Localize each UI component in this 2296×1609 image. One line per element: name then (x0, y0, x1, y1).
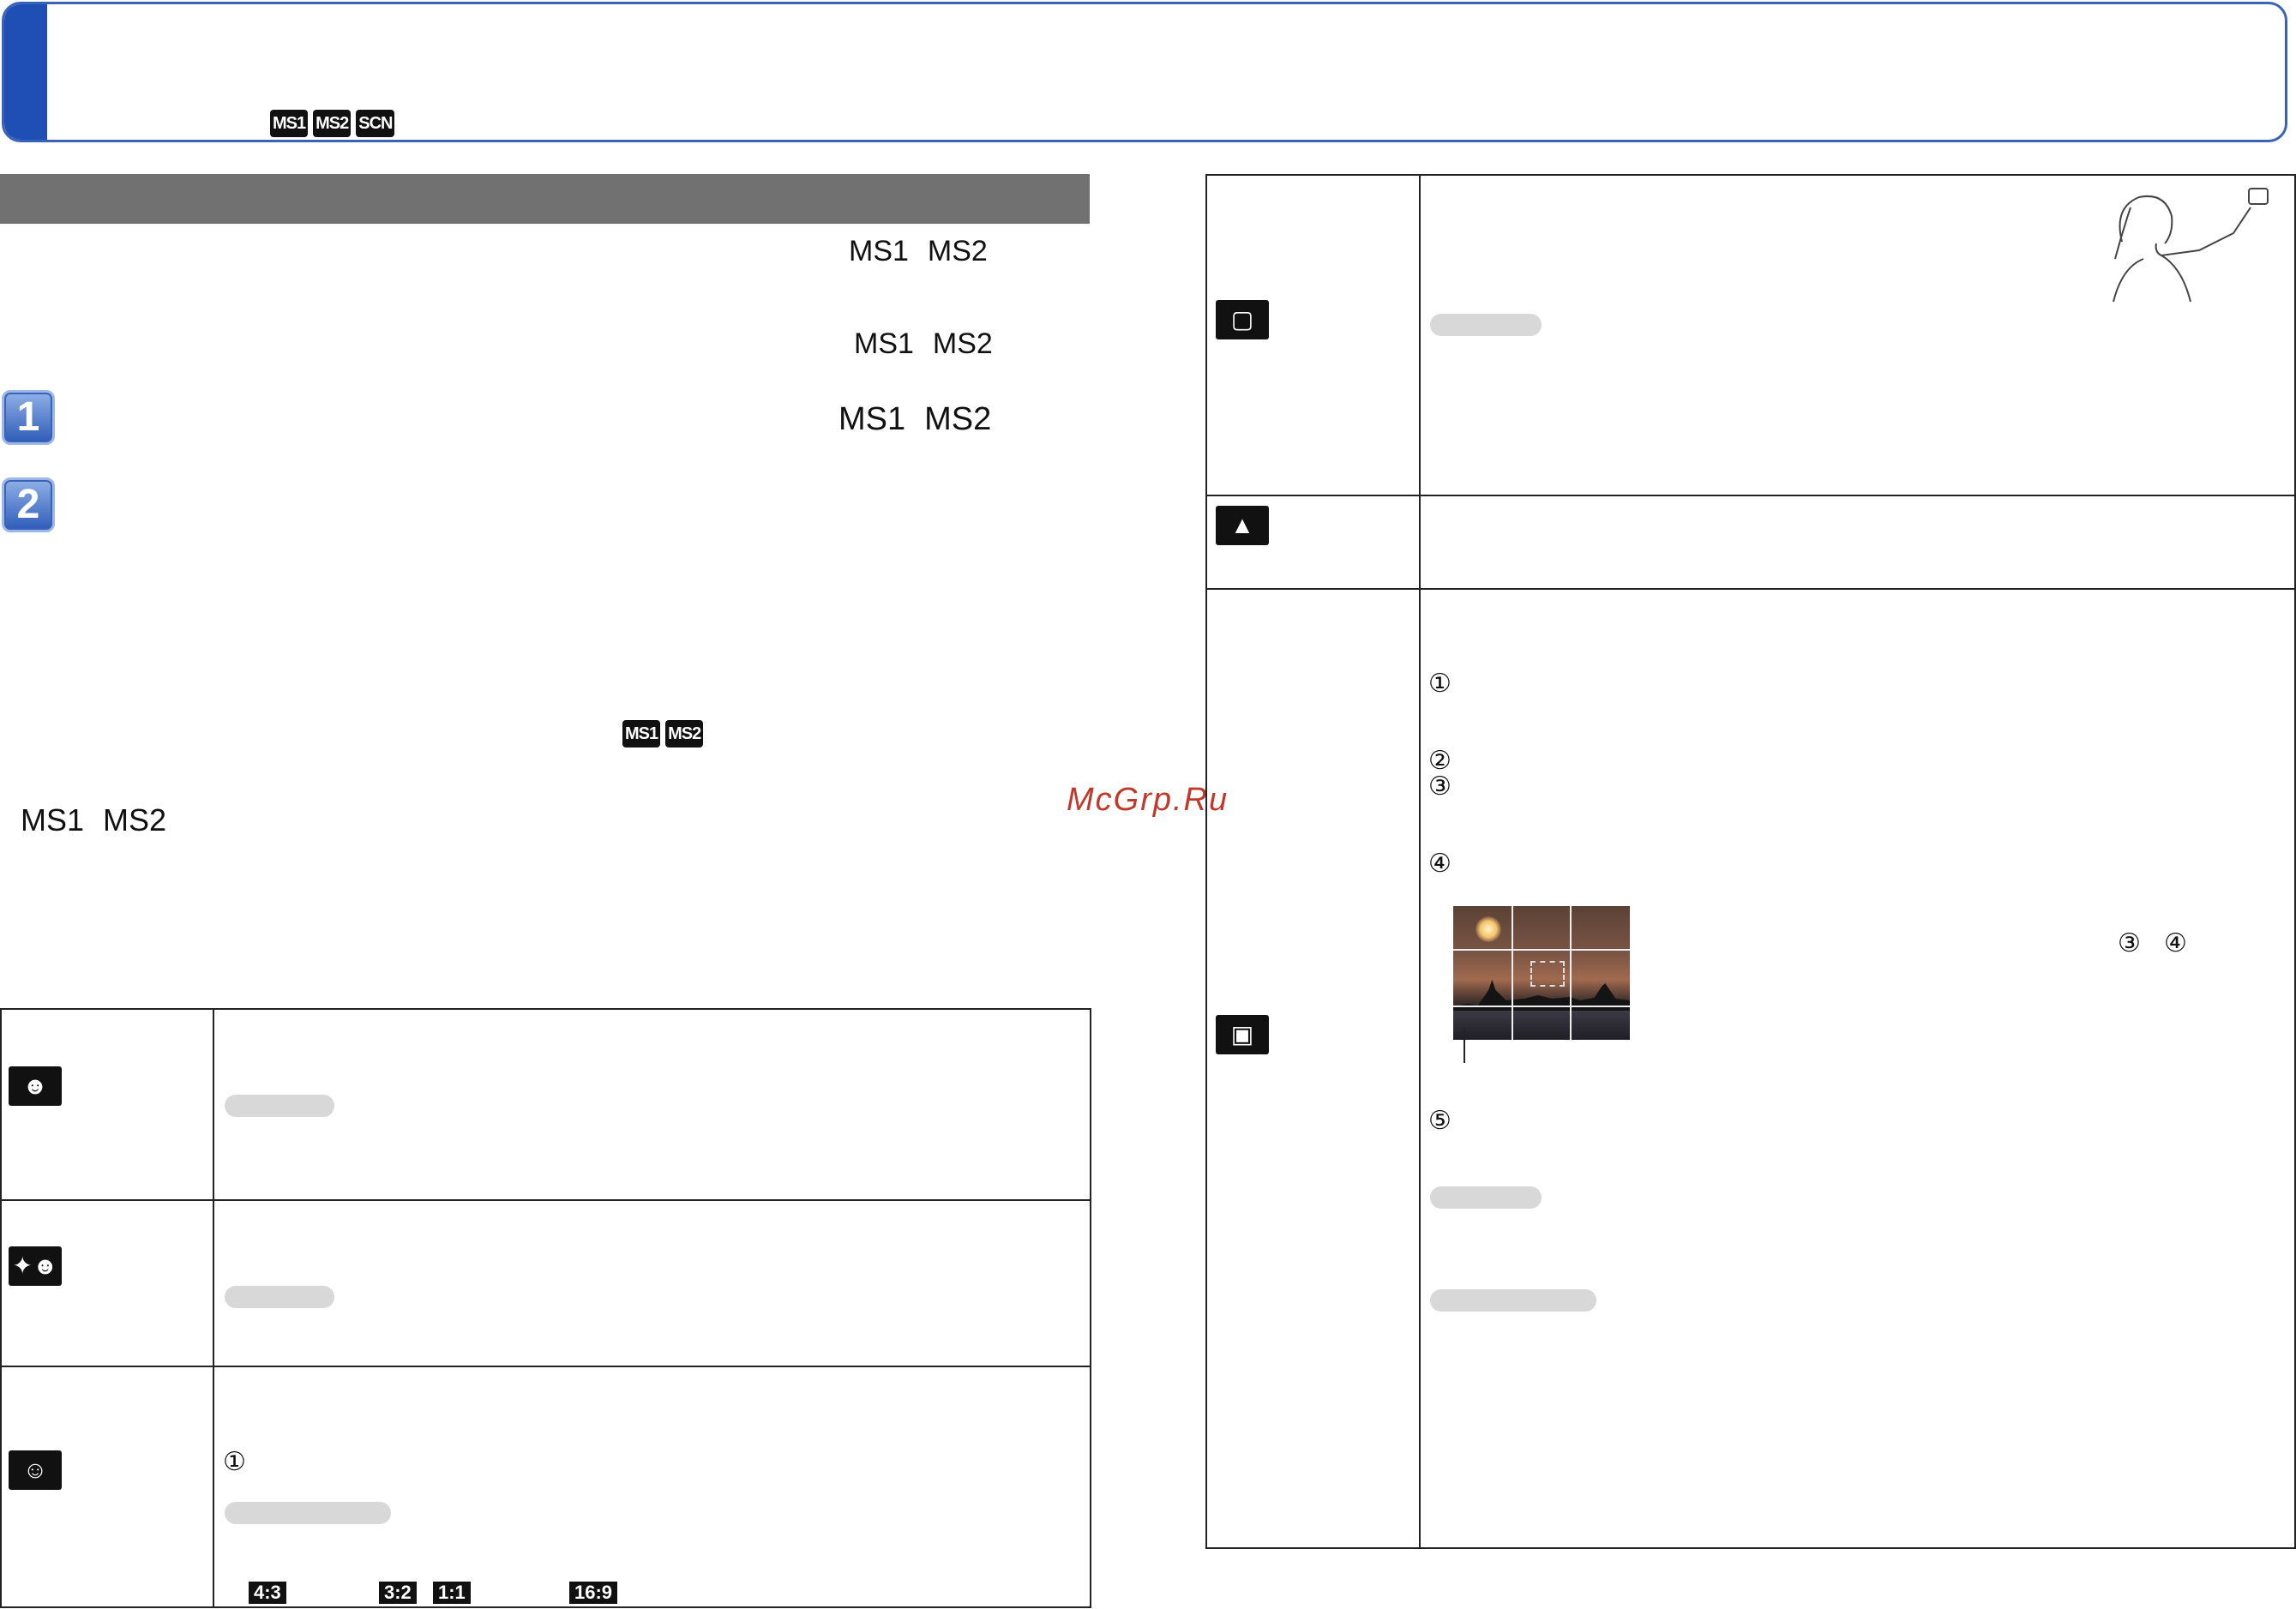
table-row-divider (0, 1366, 1091, 1367)
panorama-sample-photo (1453, 906, 1630, 1040)
note-pill (1430, 1289, 1596, 1312)
aspect-badge: 1:1 (433, 1582, 471, 1604)
scene-table-left (0, 1008, 1091, 1608)
step-marker: ⑤ (1428, 1107, 1452, 1135)
note-pill (225, 1286, 334, 1308)
callout-line (1464, 1029, 1465, 1063)
water (1453, 1011, 1630, 1040)
mode-badge-ms1: MS1 (622, 720, 661, 747)
scene-table-right (1205, 174, 2296, 1549)
step-marker: ① (223, 1448, 246, 1476)
step-marker: ④ (1428, 850, 1452, 878)
mode-badge-ms2: MS2 (313, 110, 352, 137)
ms-row-3: MS1 MS2 (21, 802, 166, 838)
ms2-label: MS2 (927, 235, 988, 267)
header-accent-tab (4, 4, 47, 140)
sun (1476, 916, 1501, 942)
baby-icon: ☺ (9, 1450, 62, 1490)
mode-badge-ms2: MS2 (665, 720, 704, 747)
guide-line (1512, 906, 1513, 1040)
ms-row-1: MS1 MS2 (849, 235, 988, 268)
step-ref: ③ (2118, 929, 2141, 958)
step-1-badge: 1 (2, 390, 55, 445)
ms2-label: MS2 (932, 327, 993, 360)
note-pill (225, 1095, 334, 1117)
self-portrait-icon: ▢ (1216, 300, 1269, 339)
inline-mode-badges: MS1 MS2 (622, 720, 704, 747)
note-pill (225, 1502, 391, 1524)
mode-badge-ms1: MS1 (270, 110, 309, 137)
table-divider (1419, 174, 1421, 1549)
step-2-badge: 2 (2, 477, 55, 532)
note-pill (1430, 1186, 1542, 1209)
ms1-label: MS1 (849, 235, 909, 267)
watermark: McGrp.Ru (1067, 782, 1229, 818)
ms2-label: MS2 (103, 802, 167, 838)
step-ref: ④ (2164, 929, 2187, 958)
ms1-label: MS1 (21, 802, 85, 838)
step-marker: ① (1428, 669, 1452, 698)
header-mode-badges: MS1 MS2 SCN (270, 110, 395, 137)
guide-line (1570, 906, 1572, 1040)
guide-line (1453, 1006, 1630, 1007)
table-row-divider (1205, 588, 2296, 590)
ms1-label: MS1 (854, 327, 914, 360)
aspect-badge: 16:9 (569, 1582, 618, 1604)
step-1-ms: MS1 MS2 (838, 401, 991, 438)
step-marker: ③ (1428, 772, 1452, 801)
ms-row-2: MS1 MS2 (854, 327, 993, 361)
focus-frame (1530, 961, 1565, 987)
table-row-divider (0, 1199, 1091, 1201)
ms1-label: MS1 (838, 401, 906, 437)
table-row-divider (1205, 495, 2296, 496)
night-portrait-icon: ✦☻ (9, 1246, 62, 1286)
table-divider (213, 1008, 214, 1608)
note-pill (1430, 314, 1542, 336)
section-title-bar (0, 174, 1090, 224)
panorama-icon: ▣ (1216, 1015, 1269, 1054)
self-portrait-illustration (2113, 188, 2269, 303)
portrait-icon: ☻ (9, 1066, 62, 1106)
mode-badge-scn: SCN (356, 110, 395, 137)
guide-line (1453, 949, 1630, 951)
aspect-badge: 4:3 (249, 1582, 286, 1604)
scenery-icon: ▲ (1216, 506, 1269, 545)
page-header: MS1 MS2 SCN (2, 2, 2287, 142)
aspect-badge: 3:2 (379, 1582, 417, 1604)
ms2-label: MS2 (924, 401, 992, 437)
